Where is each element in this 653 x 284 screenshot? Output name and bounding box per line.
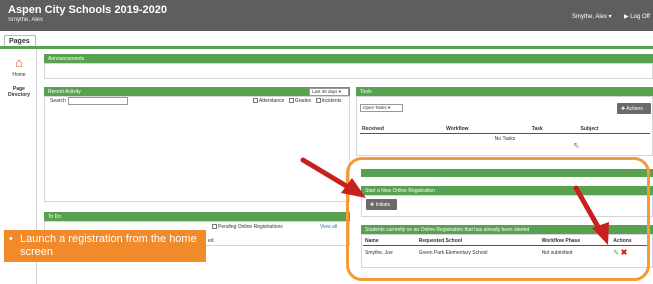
callout-text: Launch a registration from the home scre…	[20, 233, 197, 258]
arrow-to-actions-icon	[573, 185, 609, 245]
arrow-to-initiate-icon	[300, 157, 366, 198]
callout-bullet: •	[9, 233, 13, 245]
callout-caption: • Launch a registration from the home sc…	[4, 230, 206, 262]
